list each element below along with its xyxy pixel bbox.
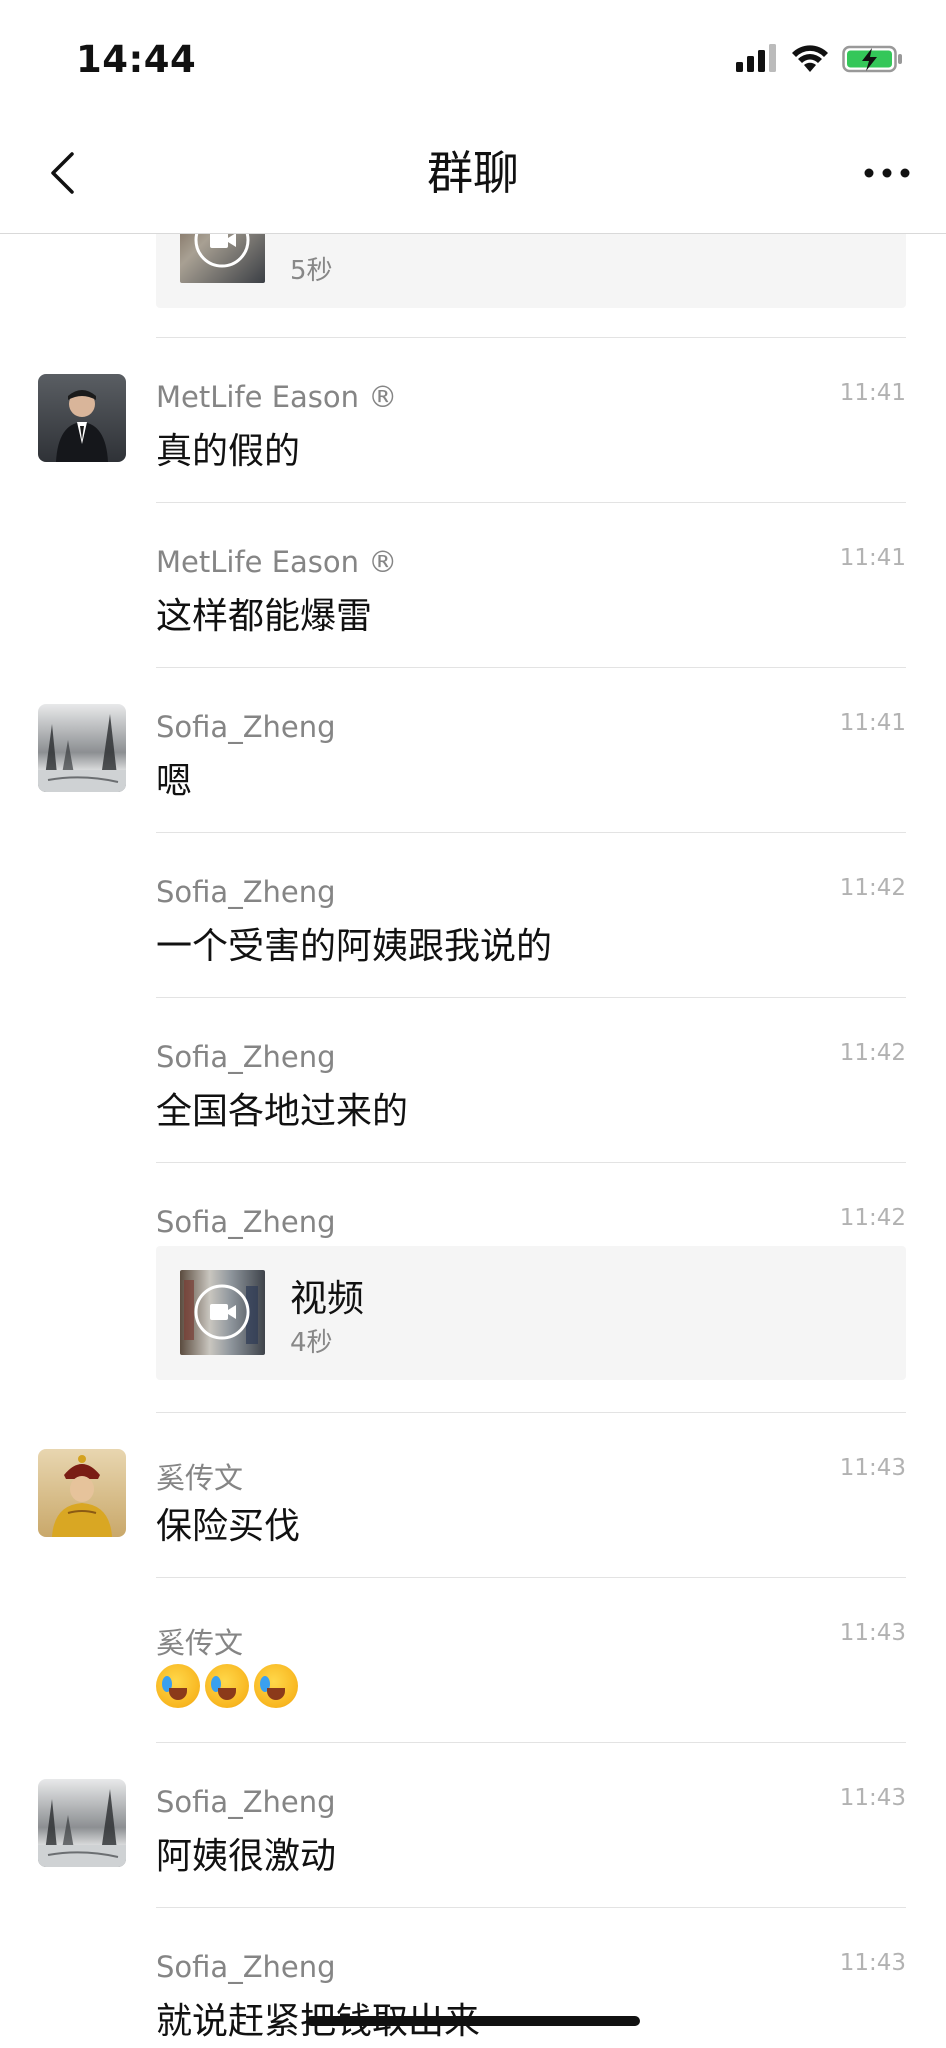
message-text: 嗯 xyxy=(156,761,193,802)
avatar[interactable] xyxy=(38,374,126,462)
battery-charging-icon xyxy=(842,45,902,73)
status-bar: 14:44 xyxy=(0,0,946,115)
crying-laughing-emoji-icon xyxy=(156,1664,200,1708)
sender-name: 奚传文 xyxy=(156,1461,244,1495)
page-title: 群聊 xyxy=(427,146,519,200)
message-time: 11:43 xyxy=(839,1620,906,1646)
video-thumbnail xyxy=(180,234,265,283)
sender-name: Sofia_Zheng xyxy=(156,1950,336,1984)
divider xyxy=(156,502,906,503)
message-time: 11:43 xyxy=(839,1455,906,1481)
divider xyxy=(156,997,906,998)
video-title: 视频 xyxy=(290,1277,364,1320)
divider xyxy=(156,1412,906,1413)
message-time: 11:41 xyxy=(839,545,906,571)
home-indicator[interactable] xyxy=(306,2016,640,2026)
message-text: 真的假的 xyxy=(156,431,301,472)
nav-bar: 群聊 xyxy=(0,115,946,234)
divider xyxy=(156,667,906,668)
sender-name: 奚传文 xyxy=(156,1626,244,1660)
sender-name: Sofia_Zheng xyxy=(156,1205,336,1239)
message-time: 11:42 xyxy=(839,1205,906,1231)
avatar[interactable] xyxy=(38,1779,126,1867)
message-text: 一个受害的阿姨跟我说的 xyxy=(156,926,553,967)
emoji-row xyxy=(156,1664,303,1708)
video-message-card[interactable]: 视频 4秒 xyxy=(156,1246,906,1380)
sender-name: MetLife Eason ® xyxy=(156,545,398,579)
more-dots-icon xyxy=(864,168,910,178)
message-time: 11:43 xyxy=(839,1950,906,1976)
sender-name: Sofia_Zheng xyxy=(156,875,336,909)
play-video-icon xyxy=(184,1280,258,1344)
divider xyxy=(156,337,906,338)
sender-name: Sofia_Zheng xyxy=(156,1785,336,1819)
message-text: 阿姨很激动 xyxy=(156,1836,337,1877)
divider xyxy=(156,1577,906,1578)
avatar[interactable] xyxy=(38,1449,126,1537)
crying-laughing-emoji-icon xyxy=(205,1664,249,1708)
wifi-icon xyxy=(792,45,828,72)
avatar[interactable] xyxy=(38,704,126,792)
video-duration: 4秒 xyxy=(290,1328,333,1358)
cellular-signal-icon xyxy=(736,44,776,72)
sender-name: Sofia_Zheng xyxy=(156,710,336,744)
message-time: 11:42 xyxy=(839,875,906,901)
video-duration: 5秒 xyxy=(290,256,333,286)
sender-name: MetLife Eason ® xyxy=(156,380,398,414)
more-options-button[interactable] xyxy=(852,143,922,203)
video-thumbnail xyxy=(180,1270,265,1355)
crying-laughing-emoji-icon xyxy=(254,1664,298,1708)
message-text: 保险买伐 xyxy=(156,1506,301,1547)
divider xyxy=(156,832,906,833)
chat-list[interactable]: 5秒 MetLife Eason ® 11:41 真的假的 MetLife Ea… xyxy=(0,234,946,2048)
divider xyxy=(156,1162,906,1163)
divider xyxy=(156,1907,906,1908)
message-time: 11:43 xyxy=(839,1785,906,1811)
message-text: 这样都能爆雷 xyxy=(156,596,373,637)
message-time: 11:42 xyxy=(839,1040,906,1066)
status-time: 14:44 xyxy=(76,38,197,81)
sender-name: Sofia_Zheng xyxy=(156,1040,336,1074)
status-icons xyxy=(734,44,904,74)
message-time: 11:41 xyxy=(839,380,906,406)
message-time: 11:41 xyxy=(839,710,906,736)
play-video-icon xyxy=(194,234,250,268)
divider xyxy=(156,1742,906,1743)
video-message-card[interactable]: 5秒 xyxy=(156,234,906,308)
message-text: 全国各地过来的 xyxy=(156,1091,409,1132)
